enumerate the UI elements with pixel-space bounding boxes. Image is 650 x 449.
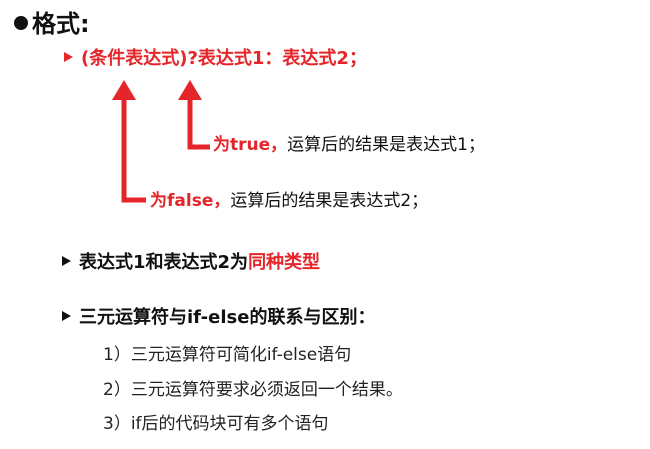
relation-text: 三元运算符与if-else的联系与区别：	[79, 307, 376, 328]
false-arrow	[121, 97, 146, 203]
false-arrowhead-icon	[112, 80, 136, 100]
triangle-bullet-icon	[62, 256, 71, 266]
false-note: 为false，运算后的结果是表达式2；	[150, 186, 428, 211]
true-text: 运算后的结果是表达式1；	[287, 135, 485, 155]
true-arrow	[187, 97, 210, 150]
true-arrowhead-icon	[178, 80, 202, 100]
list-item: 1）三元运算符可简化if-else语句	[103, 345, 352, 365]
bullet-relation: 三元运算符与if-else的联系与区别：	[62, 303, 375, 329]
same-type-prefix: 表达式1和表达式2为	[79, 252, 249, 273]
list-item: 2）三元运算符要求必须返回一个结果。	[103, 380, 403, 400]
false-text: 运算后的结果是表达式2；	[230, 191, 429, 211]
true-note: 为true，运算后的结果是表达式1；	[213, 130, 485, 155]
same-type-highlight: 同种类型	[248, 252, 321, 273]
triangle-bullet-icon	[62, 311, 71, 321]
list-item: 3）if后的代码块可有多个语句	[103, 414, 329, 434]
true-keyword: 为true，	[213, 135, 288, 155]
bullet-same-type: 表达式1和表达式2为同种类型	[62, 248, 320, 274]
false-keyword: 为false，	[150, 191, 231, 211]
